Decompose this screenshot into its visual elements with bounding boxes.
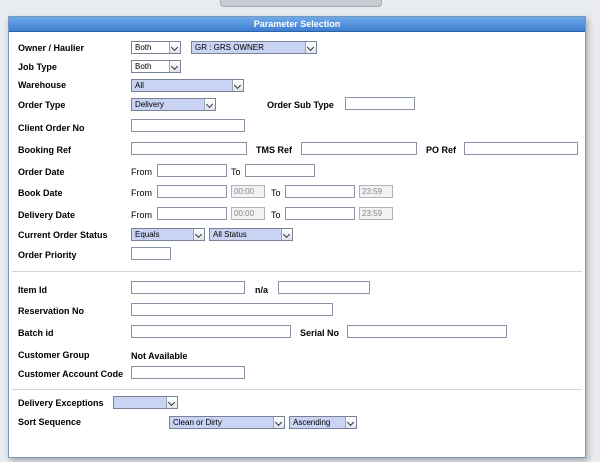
customer-group-value: Not Available [131,351,188,361]
status-operator-select[interactable]: Equals [131,228,205,241]
order-type-label: Order Type [18,100,66,110]
order-date-from-label: From [131,167,152,177]
warehouse-value: All [135,81,144,90]
delivery-date-from-time-input[interactable] [231,207,265,220]
book-date-to-time-input[interactable] [359,185,393,198]
po-ref-label: PO Ref [426,145,457,155]
order-priority-label: Order Priority [18,250,77,260]
sort-direction-select[interactable]: Ascending [289,416,357,429]
chevron-down-icon [232,80,243,91]
order-sub-type-label: Order Sub Type [267,100,334,110]
po-ref-input[interactable] [464,142,578,155]
parameter-selection-panel: Parameter Selection Owner / Haulier Both… [8,16,586,458]
order-sub-type-input[interactable] [345,97,415,110]
owner-select[interactable]: GR : GRS OWNER [191,41,317,54]
order-date-to-input[interactable] [245,164,315,177]
job-type-value: Both [135,62,152,71]
batch-id-label: Batch id [18,328,54,338]
tms-ref-label: TMS Ref [256,145,292,155]
customer-account-code-label: Customer Account Code [18,369,124,379]
chevron-down-icon [273,417,284,428]
sort-field-select[interactable]: Clean or Dirty [169,416,285,429]
chevron-down-icon [169,42,180,53]
order-date-from-input[interactable] [157,164,227,177]
delivery-date-to-input[interactable] [285,207,355,220]
sort-sequence-label: Sort Sequence [18,417,82,427]
delivery-date-label: Delivery Date [18,210,76,220]
chevron-down-icon [204,99,215,110]
order-date-to-label: To [231,167,241,177]
delivery-date-to-label: To [271,210,281,220]
item-na-label: n/a [255,285,269,295]
delivery-exceptions-select[interactable] [113,396,178,409]
top-tab-stub [220,0,382,7]
chevron-down-icon [166,397,177,408]
book-date-from-time-input[interactable] [231,185,265,198]
sort-field-value: Clean or Dirty [173,418,222,427]
serial-no-label: Serial No [300,328,340,338]
order-status-select[interactable]: All Status [209,228,293,241]
booking-ref-input[interactable] [131,142,247,155]
warehouse-select[interactable]: All [131,79,244,92]
delivery-date-to-time-input[interactable] [359,207,393,220]
chevron-down-icon [281,229,292,240]
current-order-status-label: Current Order Status [18,230,108,240]
book-date-to-input[interactable] [285,185,355,198]
item-id-label: Item Id [18,285,48,295]
serial-no-input[interactable] [347,325,507,338]
delivery-exceptions-label: Delivery Exceptions [18,398,104,408]
delivery-date-from-label: From [131,210,152,220]
chevron-down-icon [169,61,180,72]
sort-direction-value: Ascending [293,418,331,427]
chevron-down-icon [345,417,356,428]
order-status-value: All Status [213,230,247,239]
delivery-date-from-input[interactable] [157,207,227,220]
chevron-down-icon [193,229,204,240]
order-priority-input[interactable] [131,247,171,260]
item-na-input[interactable] [278,281,370,294]
batch-id-input[interactable] [131,325,291,338]
reservation-no-input[interactable] [131,303,333,316]
client-order-no-input[interactable] [131,119,245,132]
client-order-no-label: Client Order No [18,123,85,133]
book-date-from-input[interactable] [157,185,227,198]
order-type-select[interactable]: Delivery [131,98,216,111]
job-type-label: Job Type [18,62,57,72]
item-id-input[interactable] [131,281,245,294]
warehouse-label: Warehouse [18,80,67,90]
reservation-no-label: Reservation No [18,306,85,316]
owner-haulier-scope-select[interactable]: Both [131,41,181,54]
book-date-to-label: To [271,188,281,198]
status-operator-value: Equals [135,230,160,239]
owner-haulier-label: Owner / Haulier [18,43,85,53]
chevron-down-icon [305,42,316,53]
customer-account-code-input[interactable] [131,366,245,379]
owner-haulier-scope-value: Both [135,43,152,52]
book-date-from-label: From [131,188,152,198]
owner-select-value: GR : GRS OWNER [195,43,264,52]
panel-header: Parameter Selection [9,17,585,32]
customer-group-label: Customer Group [18,350,90,360]
order-type-value: Delivery [135,100,164,109]
booking-ref-label: Booking Ref [18,145,71,155]
section-divider [12,271,582,272]
book-date-label: Book Date [18,188,63,198]
section-divider [12,389,582,390]
job-type-select[interactable]: Both [131,60,181,73]
tms-ref-input[interactable] [301,142,417,155]
order-date-label: Order Date [18,167,65,177]
